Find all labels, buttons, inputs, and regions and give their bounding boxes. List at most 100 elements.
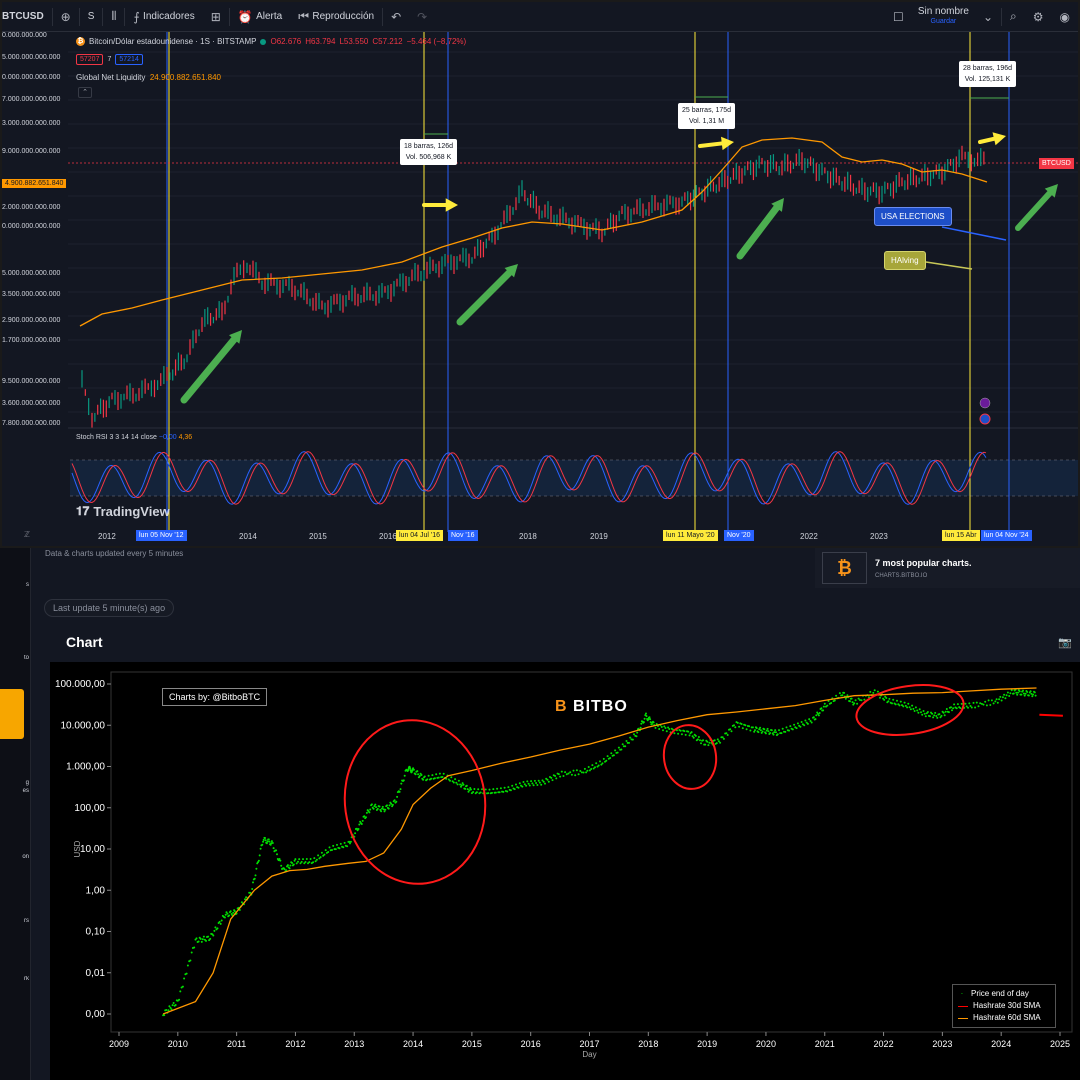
date-tag: lun 15 Abr [942,530,980,541]
indicators-button[interactable]: ⨍ Indicadores [125,2,202,32]
price-point [251,888,254,890]
toolbar-right: ☐ Sin nombre Guardar ⌄ ⌕ ⚙ ◉ [885,2,1078,32]
buy-button[interactable]: 57214 [115,54,143,65]
y-axis-label: USD [73,840,82,857]
price-point [418,775,421,777]
chevron-down-icon[interactable]: ⌄ [975,2,1001,32]
price-point [789,725,792,728]
price-point [968,702,971,705]
price-point [569,771,572,774]
y-tick-label: 10.000,00 [61,720,106,731]
price-point [583,767,586,770]
sidebar-item[interactable]: g [0,780,31,786]
x-tick-label: 2015 [462,1039,482,1049]
price-point [759,729,762,732]
popular-charts-banner[interactable]: ₿ 7 most popular charts. CHARTS.BITBO.IO [815,548,1080,588]
price-point [286,864,289,867]
sidebar-item[interactable]: es [0,788,31,794]
price-point [764,732,767,735]
x-tick-label: 2022 [874,1039,894,1049]
price-point [264,839,267,842]
add-symbol-icon[interactable]: ⊕ [53,2,79,32]
price-point [266,840,269,843]
price-point [393,799,396,802]
price-point [342,846,345,849]
price-point [472,791,475,793]
camera-icon[interactable]: 📷 [1058,636,1072,649]
alert-button[interactable]: ⏰ Alerta [230,2,290,32]
price-point [631,738,634,741]
y-tick-label: 0,00 [86,1009,106,1020]
price-point [899,700,902,703]
time-axis[interactable]: 2012 lun 05 Nov '12 2014 2015 2016 lun 0… [2,530,1078,548]
sidebar-item[interactable]: rs [0,918,31,924]
y-tick-label: 1,00 [86,885,106,896]
price-point [967,706,969,709]
price-point [492,788,495,791]
price-point [745,728,748,731]
price-point [499,787,502,790]
callout-pointer [941,226,1007,241]
price-point [772,733,775,736]
price-point [368,811,371,814]
sidebar-item-active[interactable] [0,689,24,739]
price-point [378,805,381,808]
price-point [258,854,261,857]
bitbo-panel: s to g es on rs rk Data & charts updated… [0,548,1080,1080]
sidebar-item[interactable]: rk [0,976,31,982]
sidebar-item[interactable]: s [0,582,31,588]
date-tag: Nov '16 [448,530,478,541]
sidebar-item[interactable]: on [0,854,31,860]
price-point [639,726,642,729]
price-point [1009,692,1012,695]
layouts-icon[interactable]: ⊞ [203,2,229,32]
price-point [926,711,929,713]
price-point [183,977,186,980]
bitbo-b-icon: B [555,698,568,715]
price-point [579,770,582,772]
interval-button[interactable]: S [80,2,103,32]
price-point [970,706,973,709]
x-tick-label: 2025 [1050,1039,1070,1049]
layout-name-button[interactable]: Sin nombre Guardar [912,6,975,27]
checkbox-icon[interactable]: ☐ [885,2,912,32]
price-point [280,864,283,867]
sidebar-item[interactable]: to [0,655,31,661]
price-point [945,708,948,710]
price-point [390,802,393,805]
price-point [509,789,512,792]
tradingview-logo[interactable]: 𝟏𝟕 TradingView [76,504,170,519]
settings-icon[interactable]: ⚙ [1025,2,1052,32]
price-point [719,741,722,744]
price-point [376,807,379,810]
camera-icon[interactable]: ◉ [1052,2,1078,32]
undo-icon[interactable]: ↶ [383,2,409,32]
symbol-search[interactable]: BTCUSD [2,2,52,32]
price-point [431,774,434,777]
replay-button[interactable]: ⏮ Reproducción [290,2,382,32]
x-tick-label: 2019 [697,1039,717,1049]
redo-icon[interactable]: ↷ [409,2,435,32]
price-point [1026,691,1029,693]
bid-ask: 57207 7 57214 [76,54,143,65]
price-point [665,730,668,733]
collapse-legend-button[interactable]: ⌃ [78,87,92,98]
legend-item[interactable]: · Price end of day [958,988,1050,1000]
price-point [391,803,394,806]
quick-search-icon[interactable]: ⌕ [1002,2,1025,32]
price-point [985,704,988,707]
sell-button[interactable]: 57207 [76,54,104,65]
price-point [887,700,890,703]
price-point [200,940,203,943]
legend-item[interactable]: Hashrate 30d SMA [958,1000,1050,1012]
price-point [399,788,402,791]
price-point [677,732,680,735]
x-tick-label: 2009 [109,1039,129,1049]
price-point [181,985,184,988]
legend-item[interactable]: Hashrate 60d SMA [958,1012,1050,1024]
bitbo-chart-area[interactable]: 0,00 0,01 0,10 1,00 10,00 100,00 1.000,00 10.00… [50,662,1080,1080]
price-point [952,707,955,710]
price-chart[interactable]: 0.000.000.000 5.000.000.000.000 0.000.00… [2,32,1078,548]
candles-icon[interactable]: ⫴ [103,2,124,32]
price-point [994,700,997,703]
